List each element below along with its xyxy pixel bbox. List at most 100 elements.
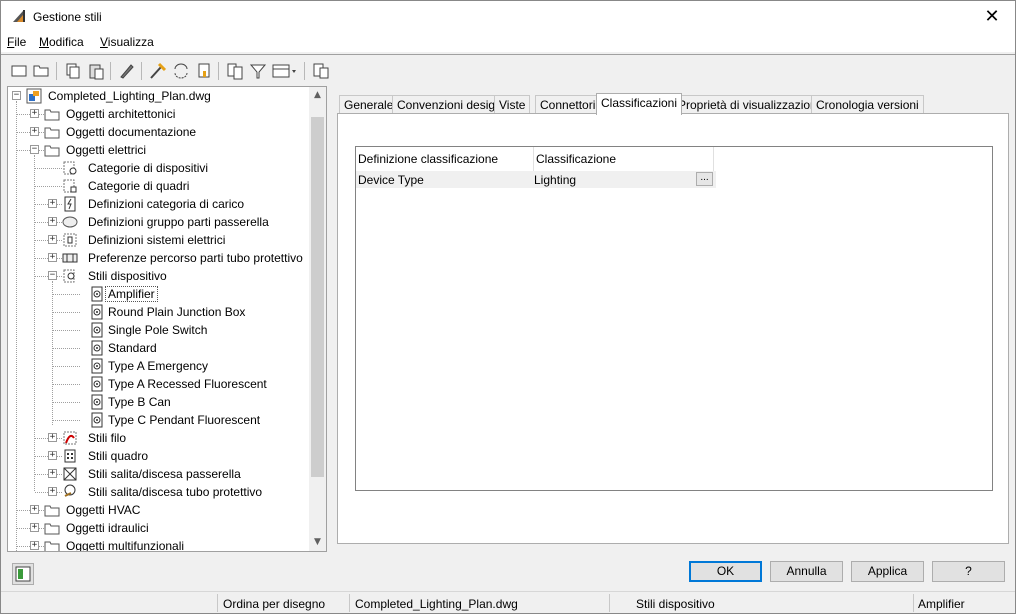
tree-item[interactable]: Categorie di quadri (8, 177, 308, 195)
collapse-icon[interactable]: − (48, 271, 57, 280)
purge-icon[interactable] (148, 61, 168, 81)
tree-item[interactable]: Type A Recessed Fluorescent (8, 375, 308, 393)
classification-cell[interactable]: Lighting (534, 173, 576, 187)
expand-icon[interactable]: + (48, 433, 57, 442)
expand-icon[interactable]: + (48, 253, 57, 262)
style-tree[interactable]: − Completed_Lighting_Plan.dwg + Oggetti a… (7, 86, 327, 552)
tree-item[interactable]: + Definizioni categoria di carico (8, 195, 308, 213)
ok-button[interactable]: OK (689, 561, 762, 582)
tree-item[interactable]: Type A Emergency (8, 357, 308, 375)
tree-item[interactable]: + Stili quadro (8, 447, 308, 465)
toggle-panel-button[interactable] (12, 563, 34, 585)
expand-icon[interactable]: + (30, 523, 39, 532)
status-sort: Ordina per disegno (223, 597, 326, 611)
expand-icon[interactable]: + (30, 127, 39, 136)
tab-viste[interactable]: Viste (494, 95, 531, 114)
scroll-up-icon[interactable]: ▲ (309, 87, 326, 104)
collapse-icon[interactable]: − (12, 91, 21, 100)
panel-category-icon (63, 179, 77, 193)
tree-item[interactable]: + Stili salita/discesa tubo protettivo (8, 483, 308, 501)
expand-icon[interactable]: + (48, 469, 57, 478)
tab-connettori[interactable]: Connettori (535, 95, 601, 114)
tree-item[interactable]: + Oggetti HVAC (8, 501, 308, 519)
open-icon[interactable] (32, 61, 52, 81)
filter-icon[interactable] (248, 61, 268, 81)
style-manager-window: Gestione stili ✕ File Modifica Visualizz… (0, 0, 1016, 614)
folder-icon (44, 127, 60, 139)
expand-icon[interactable]: + (30, 505, 39, 514)
edit-icon[interactable] (117, 61, 137, 81)
tab-convenzioni-design[interactable]: Convenzioni design (392, 95, 507, 114)
tree-item-label: Amplifier (105, 286, 158, 302)
scroll-thumb[interactable] (311, 117, 324, 477)
menu-modifica[interactable]: Modifica (39, 35, 84, 49)
expand-icon[interactable]: + (48, 199, 57, 208)
help-button[interactable]: ? (932, 561, 1005, 582)
column-header-definition[interactable]: Definizione classificazione (356, 147, 534, 171)
tab-classificazioni[interactable]: Classificazioni (596, 93, 683, 115)
tree-item[interactable]: − Oggetti elettrici (8, 141, 308, 159)
tree-item[interactable]: + Oggetti architettonici (8, 105, 308, 123)
tree-item-label: Standard (108, 341, 157, 355)
tree-scrollbar[interactable]: ▲ ▼ (309, 87, 326, 551)
expand-icon[interactable]: + (48, 235, 57, 244)
tab-cronologia-versioni[interactable]: Cronologia versioni (811, 95, 924, 114)
tree-item[interactable]: + Oggetti idraulici (8, 519, 308, 537)
menu-visualizza[interactable]: Visualizza (100, 35, 154, 49)
tree-item[interactable]: Standard (8, 339, 308, 357)
tab-generale[interactable]: Generale (339, 95, 399, 114)
tree-item[interactable]: − Stili dispositivo (8, 267, 308, 285)
expand-icon[interactable]: + (48, 217, 57, 226)
browse-classification-button[interactable]: ... (696, 172, 713, 186)
tree-root[interactable]: − Completed_Lighting_Plan.dwg (8, 87, 308, 105)
expand-icon[interactable]: + (48, 451, 57, 460)
tab-proprieta-visualizzazione[interactable]: Proprietà di visualizzazione (673, 95, 829, 114)
folder-icon (44, 541, 60, 551)
tree-item[interactable]: Type C Pendant Fluorescent (8, 411, 308, 429)
table-row[interactable]: Device Type Lighting ... (356, 171, 716, 188)
wire-style-icon (63, 431, 77, 445)
toolbar-separator (218, 62, 219, 80)
tree-item[interactable]: Amplifier (8, 285, 308, 303)
toolbar-separator (56, 62, 57, 80)
tree-item[interactable]: + Definizioni gruppo parti passerella (8, 213, 308, 231)
paste-icon[interactable] (86, 61, 106, 81)
toggle-view-icon[interactable] (311, 61, 331, 81)
close-icon[interactable]: ✕ (969, 1, 1015, 32)
copy-icon[interactable] (63, 61, 83, 81)
tree-item[interactable]: Type B Can (8, 393, 308, 411)
tree-item[interactable]: Round Plain Junction Box (8, 303, 308, 321)
definition-cell: Device Type (358, 173, 424, 187)
tree-item[interactable]: Categorie di dispositivi (8, 159, 308, 177)
menu-file[interactable]: File (7, 35, 26, 49)
tree-item[interactable]: Single Pole Switch (8, 321, 308, 339)
tree-item[interactable]: + Stili salita/discesa passerella (8, 465, 308, 483)
apply-button[interactable]: Applica (851, 561, 924, 582)
tree-item[interactable]: + Stili filo (8, 429, 308, 447)
expand-icon[interactable]: + (48, 487, 57, 496)
flag-icon[interactable] (194, 61, 214, 81)
cycle-icon[interactable] (171, 61, 191, 81)
tree-connector (53, 366, 80, 367)
expand-icon[interactable]: + (30, 541, 39, 550)
cancel-button[interactable]: Annulla (770, 561, 843, 582)
tree-item-label: Stili salita/discesa tubo protettivo (88, 485, 263, 499)
collapse-icon[interactable]: − (30, 145, 39, 154)
expand-icon[interactable]: + (30, 109, 39, 118)
tree-item[interactable]: + Oggetti multifunzionali (8, 537, 308, 551)
conduit-rise-icon (64, 484, 76, 497)
new-icon[interactable] (9, 61, 29, 81)
view-dropdown-icon[interactable] (271, 61, 299, 81)
device-icon (91, 322, 103, 338)
classification-grid[interactable]: Definizione classificazione Classificazi… (355, 146, 993, 491)
compare-icon[interactable] (225, 61, 245, 81)
tree-item[interactable]: + Oggetti documentazione (8, 123, 308, 141)
column-header-classification[interactable]: Classificazione (534, 147, 714, 171)
tree-item[interactable]: + Preferenze percorso parti tubo protetti… (8, 249, 308, 267)
tree-item[interactable]: + Definizioni sistemi elettrici (8, 231, 308, 249)
device-icon (91, 340, 103, 356)
panel-toggle-icon (15, 566, 31, 582)
scroll-down-icon[interactable]: ▼ (309, 534, 326, 551)
status-divider (609, 594, 610, 612)
title-bar: Gestione stili ✕ (1, 1, 1015, 32)
